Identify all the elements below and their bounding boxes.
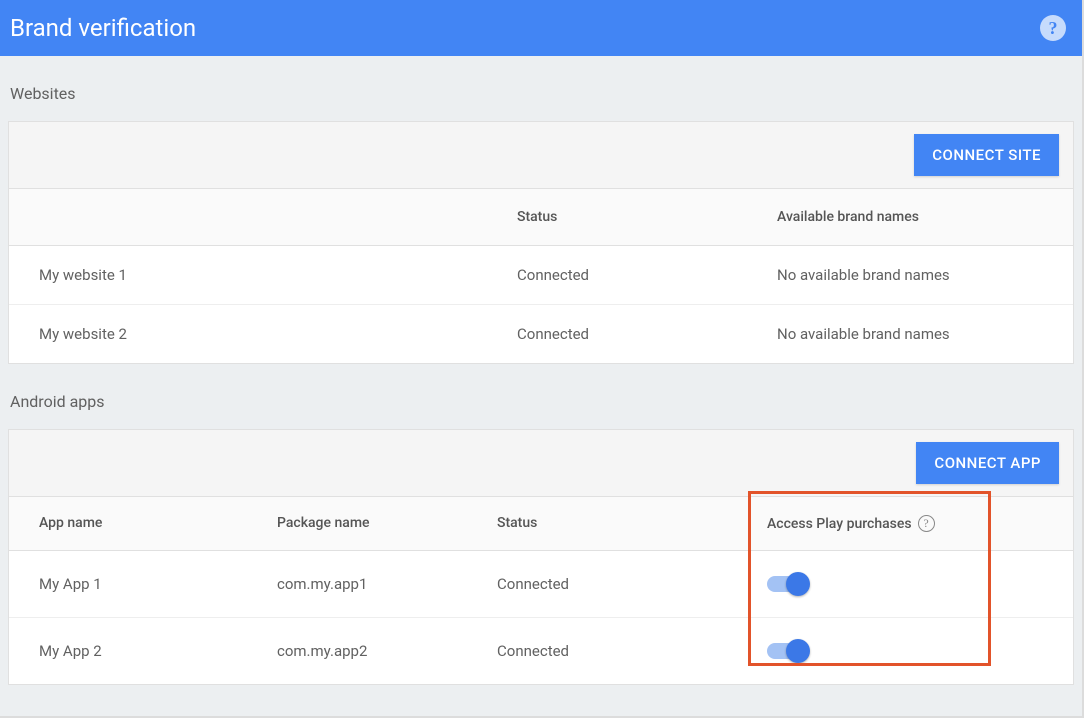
website-brands: No available brand names — [769, 246, 1073, 304]
help-icon[interactable]: ? — [1040, 15, 1066, 41]
col-access-label: Access Play purchases — [767, 516, 912, 532]
app-access-cell — [759, 552, 1073, 616]
app-name: My App 1 — [9, 551, 269, 617]
app-status: Connected — [489, 551, 759, 617]
connect-site-button[interactable]: CONNECT SITE — [914, 134, 1059, 176]
col-package: Package name — [269, 497, 489, 550]
website-status: Connected — [509, 246, 769, 304]
access-toggle[interactable] — [767, 576, 807, 592]
section-label-websites: Websites — [8, 56, 1074, 121]
app-name: My App 2 — [9, 618, 269, 684]
table-row: My App 1 com.my.app1 Connected — [9, 551, 1073, 618]
col-status: Status — [509, 189, 769, 245]
website-status: Connected — [509, 305, 769, 363]
connect-app-button[interactable]: CONNECT APP — [916, 442, 1059, 484]
help-icon[interactable]: ? — [918, 515, 935, 532]
page-title: Brand verification — [10, 14, 196, 42]
website-name: My website 1 — [9, 246, 509, 304]
col-app-status: Status — [489, 497, 759, 550]
websites-panel: CONNECT SITE Status Available brand name… — [8, 121, 1074, 364]
app-status: Connected — [489, 618, 759, 684]
section-label-apps: Android apps — [8, 364, 1074, 429]
website-brands: No available brand names — [769, 305, 1073, 363]
col-name — [9, 189, 509, 245]
col-access: Access Play purchases ? — [759, 497, 1073, 550]
table-row: My website 2 Connected No available bran… — [9, 305, 1073, 363]
apps-panel: CONNECT APP App name Package name Status… — [8, 429, 1074, 685]
websites-table-header: Status Available brand names — [9, 189, 1073, 246]
app-package: com.my.app2 — [269, 618, 489, 684]
websites-toolbar: CONNECT SITE — [9, 122, 1073, 189]
app-package: com.my.app1 — [269, 551, 489, 617]
apps-table-header: App name Package name Status Access Play… — [9, 497, 1073, 551]
access-toggle[interactable] — [767, 643, 807, 659]
table-row: My App 2 com.my.app2 Connected — [9, 618, 1073, 684]
apps-toolbar: CONNECT APP — [9, 430, 1073, 497]
col-brands: Available brand names — [769, 189, 1073, 245]
app-access-cell — [759, 619, 1073, 683]
col-app-name: App name — [9, 497, 269, 550]
table-row: My website 1 Connected No available bran… — [9, 246, 1073, 305]
website-name: My website 2 — [9, 305, 509, 363]
page-header: Brand verification ? — [0, 0, 1082, 56]
